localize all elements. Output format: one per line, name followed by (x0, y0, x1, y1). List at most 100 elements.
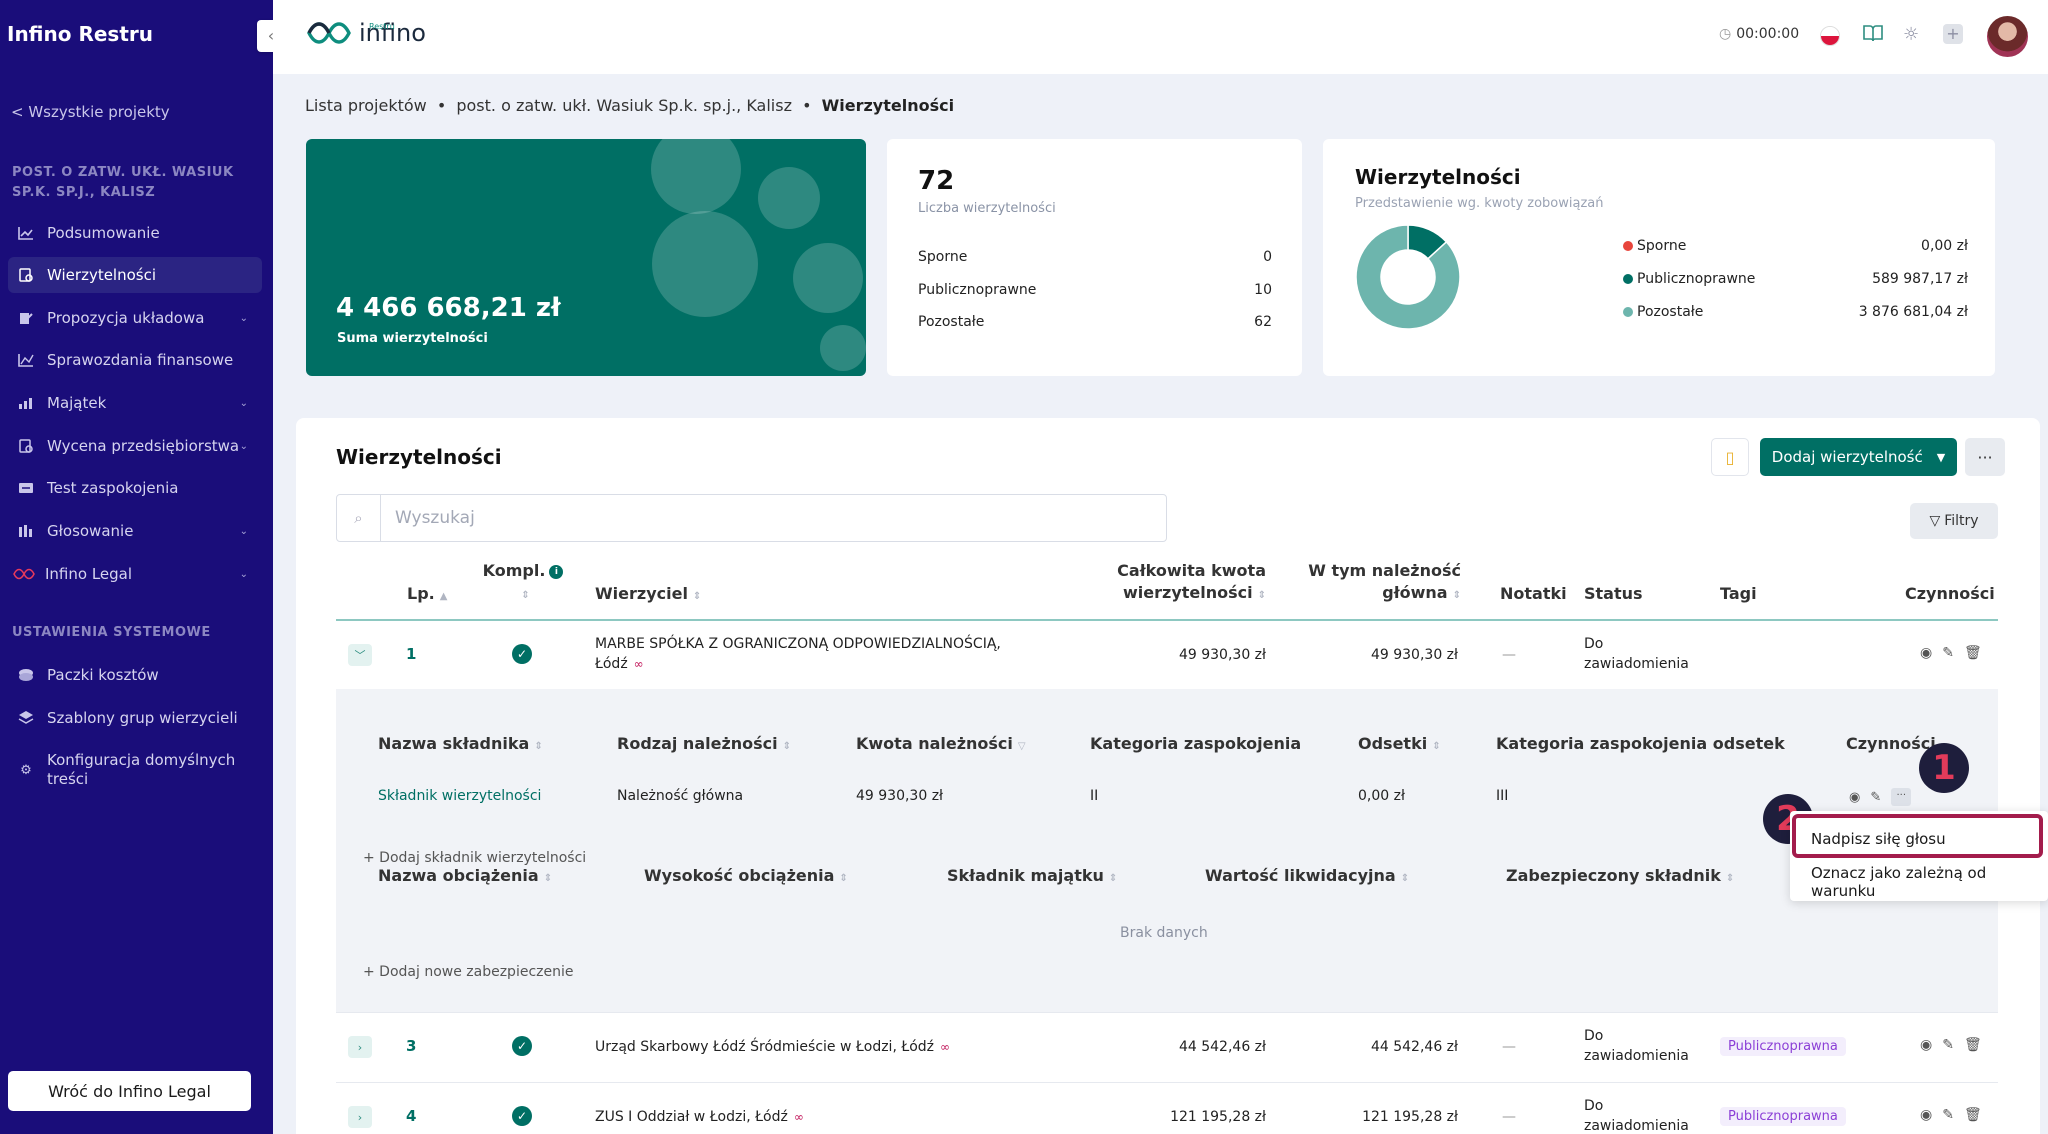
breadcrumb-project[interactable]: post. o zatw. ukł. Wasiuk Sp.k. sp.j., K… (456, 96, 792, 115)
more-options-button[interactable]: ··· (1965, 438, 2005, 476)
row-divider (336, 1012, 1998, 1013)
sidebar-item-label: Infino Legal (45, 565, 133, 583)
view-eye-icon[interactable]: ◉ (1920, 645, 1932, 661)
book-icon[interactable] (1863, 24, 1883, 47)
trash-icon[interactable]: 🗑 (1964, 645, 1982, 661)
col-kompl[interactable]: Kompl. i ⇕ (478, 560, 568, 607)
col-creditor[interactable]: Wierzyciel ⇕ (595, 583, 701, 608)
sidebar-item-wycena[interactable]: Wycena przedsiębiorstwa ⌄ (8, 428, 262, 464)
enc-col-asset[interactable]: Składnik majątku ⇕ (947, 866, 1117, 885)
sidebar-item-wierzytelnosci[interactable]: Wierzytelności (8, 257, 262, 293)
sidebar-item-paczki[interactable]: Paczki kosztów (8, 657, 262, 693)
edit-icon[interactable]: ✎ (1942, 645, 1954, 661)
sidebar-item-konfiguracja[interactable]: ⚙ Konfiguracja domyślnych treści (8, 748, 262, 792)
no-data-text: Brak danych (1120, 925, 1208, 941)
enc-col-height[interactable]: Wysokość obciążenia ⇕ (644, 866, 848, 885)
claims-chart-card: Wierzytelności Przedstawienie wg. kwoty … (1323, 139, 1995, 376)
row-creditor[interactable]: MARBE SPÓŁKA Z OGRANICZONĄ ODPOWIEDZIALN… (595, 634, 1001, 674)
infino-legal-icon (12, 566, 36, 582)
top-header: infino Restru ◷ 00:00:00 ☼ + (273, 0, 2048, 74)
row-lp[interactable]: 3 (406, 1037, 416, 1055)
view-eye-icon[interactable]: ◉ (1849, 790, 1860, 805)
sidebar-item-label: Wierzytelności (47, 266, 157, 284)
sub-col-amount[interactable]: Kwota należności ▽ (856, 734, 1026, 753)
timer[interactable]: ◷ 00:00:00 (1719, 26, 1799, 42)
add-claim-button[interactable]: Dodaj wierzytelność ▼ (1760, 438, 1957, 476)
theme-sun-icon[interactable]: ☼ (1903, 24, 1919, 45)
col-notes: Notatki (1500, 584, 1567, 603)
edit-icon[interactable]: ✎ (1942, 1107, 1954, 1123)
sidebar-item-podsumowanie[interactable]: Podsumowanie (8, 215, 262, 251)
breadcrumb-project-list[interactable]: Lista projektów (305, 96, 427, 115)
language-flag-icon[interactable] (1820, 26, 1840, 46)
claims-panel: Wierzytelności ▯ Dodaj wierzytelność ▼ ··… (296, 418, 2040, 1134)
all-projects-link[interactable]: < Wszystkie projekty (11, 103, 170, 121)
back-to-infino-legal-button[interactable]: Wróć do Infino Legal (8, 1071, 251, 1111)
sub-col-interest[interactable]: Odsetki ⇕ (1358, 734, 1441, 753)
sidebar-item-test[interactable]: Test zaspokojenia (8, 470, 262, 506)
row-expand-button[interactable]: › (348, 1036, 372, 1058)
legend-dot (1623, 274, 1633, 284)
sidebar-item-szablony[interactable]: Szablony grup wierzycieli (8, 700, 262, 736)
sidebar-item-majatek[interactable]: Majątek ⌄ (8, 385, 262, 421)
menu-item-mark-conditional[interactable]: Oznacz jako zależną od warunku (1811, 864, 2048, 900)
total-claims-card: 4 466 668,21 zł Suma wierzytelności (306, 139, 866, 376)
row-creditor[interactable]: Urząd Skarbowy Łódź Śródmieście w Łodzi,… (595, 1037, 950, 1057)
row-collapse-button[interactable]: ﹀ (348, 644, 372, 666)
chevron-down-icon: ⌄ (239, 568, 248, 580)
avatar[interactable] (1987, 16, 2028, 57)
sidebar-item-label: Wycena przedsiębiorstwa (47, 437, 240, 455)
filters-button[interactable]: ▽ Filtry (1910, 503, 1998, 539)
sub-col-name[interactable]: Nazwa składnika ⇕ (378, 734, 543, 753)
sidebar-item-label: Głosowanie (47, 522, 134, 540)
row-creditor[interactable]: ZUS I Oddział w Łodzi, Łódź ∞ (595, 1107, 804, 1127)
logo[interactable]: infino (305, 18, 426, 48)
view-eye-icon[interactable]: ◉ (1920, 1107, 1932, 1123)
enc-col-secured[interactable]: Zabezpieczony składnik ⇕ (1506, 866, 1734, 885)
proposal-icon (18, 310, 34, 326)
sidebar-item-label: Propozycja układowa (47, 309, 205, 327)
row-lp[interactable]: 4 (406, 1107, 416, 1125)
row-lp[interactable]: 1 (406, 645, 416, 663)
sort-icon: ⇕ (543, 873, 553, 884)
component-category: II (1090, 788, 1099, 804)
edit-icon[interactable]: ✎ (1870, 790, 1881, 805)
sidebar-item-label: Konfiguracja domyślnych treści (47, 751, 236, 788)
add-security-link[interactable]: + Dodaj nowe zabezpieczenie (363, 964, 574, 980)
component-type: Należność główna (617, 788, 744, 804)
view-eye-icon[interactable]: ◉ (1920, 1037, 1932, 1053)
trash-icon[interactable]: 🗑 (1964, 1037, 1982, 1053)
enc-col-name[interactable]: Nazwa obciążenia ⇕ (378, 866, 552, 885)
sidebar-item-sprawozdania[interactable]: Sprawozdania finansowe (8, 342, 262, 378)
row-total: 121 195,28 zł (1170, 1109, 1266, 1125)
sidebar-item-glosowanie[interactable]: Głosowanie ⌄ (8, 513, 262, 549)
sidebar-item-infino-legal[interactable]: Infino Legal ⌄ (8, 556, 262, 592)
row-expand-button[interactable]: › (348, 1106, 372, 1128)
col-total[interactable]: Całkowita kwota wierzytelności ⇕ (1086, 560, 1266, 607)
add-component-link[interactable]: + Dodaj składnik wierzytelności (363, 850, 586, 866)
trash-icon[interactable]: 🗑 (1964, 1107, 1982, 1123)
row-main: 121 195,28 zł (1362, 1109, 1458, 1125)
row-notes: — (1502, 647, 1516, 663)
plus-icon[interactable]: + (1943, 24, 1963, 44)
count-row-sporne: Sporne 0 (918, 249, 1272, 265)
voting-icon (18, 523, 34, 539)
chart-subtitle: Przedstawienie wg. kwoty zobowiązań (1355, 196, 1604, 211)
sub-col-type[interactable]: Rodzaj należności ⇕ (617, 734, 791, 753)
search-input[interactable] (381, 495, 1166, 541)
edit-icon[interactable]: ✎ (1942, 1037, 1954, 1053)
sidebar-item-label: Podsumowanie (47, 224, 160, 242)
component-link[interactable]: Składnik wierzytelności (378, 788, 541, 804)
search-box: ⌕ (336, 494, 1167, 542)
help-book-button[interactable]: ▯ (1711, 438, 1749, 476)
col-lp[interactable]: Lp. ▲ (407, 583, 447, 608)
row-divider (336, 1082, 1998, 1083)
col-main[interactable]: W tym należność główna ⇕ (1281, 560, 1461, 607)
book-icon: ▯ (1725, 447, 1735, 467)
more-dots-button[interactable]: ··· (1891, 788, 1912, 806)
sidebar-item-propozycja[interactable]: Propozycja układowa ⌄ (8, 300, 262, 336)
enc-col-liquidation[interactable]: Wartość likwidacyjna ⇕ (1205, 866, 1409, 885)
test-icon (18, 480, 34, 496)
sidebar-item-label: Test zaspokojenia (47, 479, 179, 497)
legend-pozostale: Pozostałe 3 876 681,04 zł (1623, 304, 1968, 320)
